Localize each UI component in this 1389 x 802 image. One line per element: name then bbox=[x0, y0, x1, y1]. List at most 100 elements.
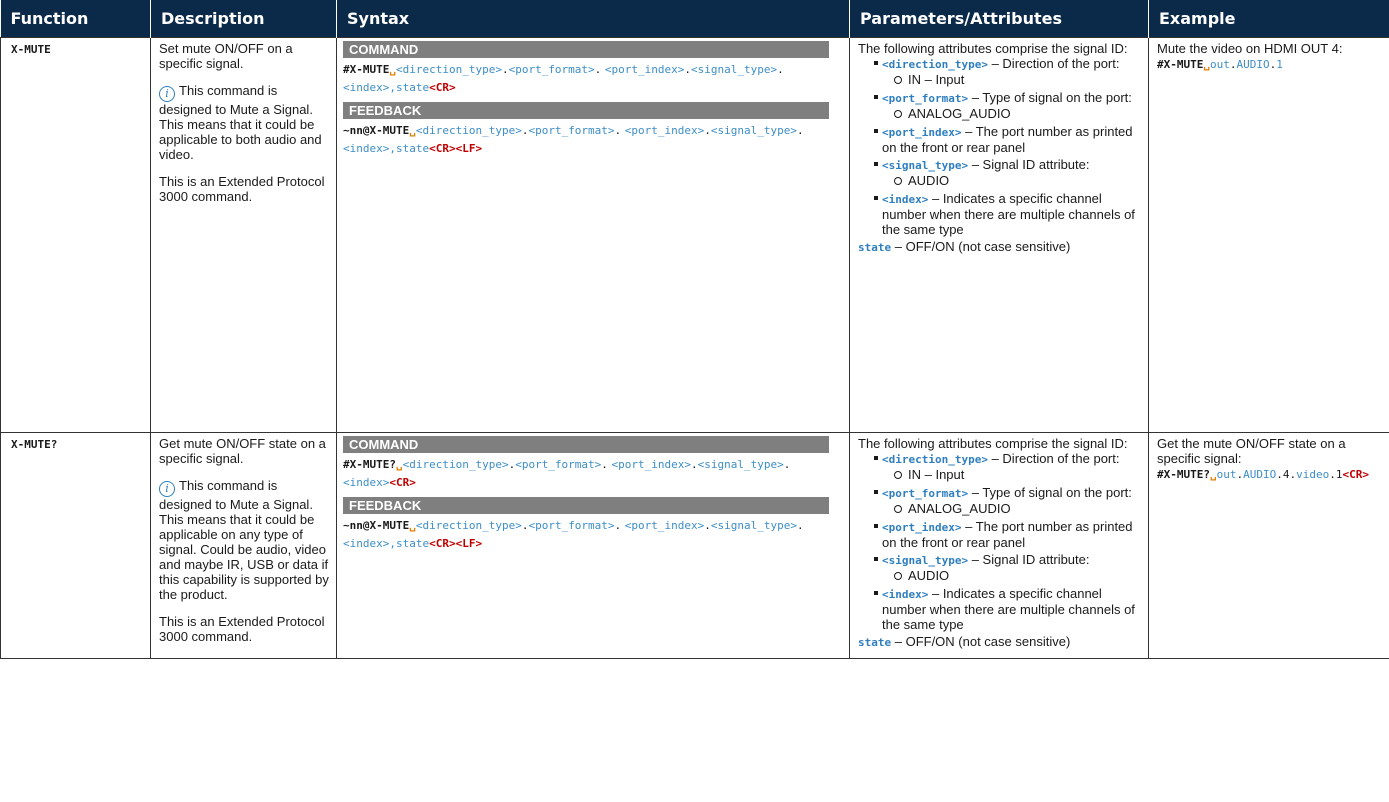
param-direction: <direction_type> bbox=[402, 458, 509, 471]
circle-bullet-icon bbox=[894, 177, 902, 185]
parameters-cell: The following attributes comprise the si… bbox=[849, 37, 1149, 433]
attr-port-format: <port_format> – Type of signal on the po… bbox=[858, 90, 1142, 121]
attr-intro: The following attributes comprise the si… bbox=[858, 41, 1128, 56]
lf-token: <LF> bbox=[455, 142, 483, 155]
command-prefix: #X-MUTE bbox=[343, 63, 390, 76]
attr-port-index: <port_index> – The port number as printe… bbox=[858, 124, 1142, 155]
note-text: This command is designed to Mute a Signa… bbox=[159, 478, 329, 602]
option-text: ANALOG_AUDIO bbox=[908, 106, 1011, 121]
param-signal-type: <signal_type> bbox=[710, 124, 797, 137]
table-header-row: Function Description Syntax Parameters/A… bbox=[0, 0, 1389, 38]
example-part: video bbox=[1296, 468, 1330, 481]
function-name: X-MUTE bbox=[11, 43, 51, 56]
attr-index: <index> – Indicates a specific channel n… bbox=[858, 586, 1142, 632]
param-state: ,state bbox=[389, 142, 430, 155]
state-line: state – OFF/ON (not case sensitive) bbox=[858, 239, 1142, 255]
space-marker: ␣ bbox=[409, 124, 416, 137]
description-note: i This command is designed to Mute a Sign… bbox=[159, 478, 330, 602]
description-protocol: This is an Extended Protocol 3000 comman… bbox=[159, 614, 325, 644]
state-line: state – OFF/ON (not case sensitive) bbox=[858, 634, 1142, 650]
feedback-syntax: ~nn@X-MUTE␣<direction_type>.<port_format… bbox=[343, 121, 829, 157]
bullet-icon bbox=[874, 456, 878, 460]
attr-port-format: <port_format> – Type of signal on the po… bbox=[858, 485, 1142, 516]
attribute-list: <direction_type> – Direction of the port… bbox=[858, 56, 1142, 237]
table-row: X-MUTE? Get mute ON/OFF state on a speci… bbox=[0, 432, 1389, 659]
circle-bullet-icon bbox=[894, 471, 902, 479]
description-summary: Set mute ON/OFF on a specific signal. bbox=[159, 41, 293, 71]
param-state: ,state bbox=[389, 81, 430, 94]
example-part: 1 bbox=[1276, 58, 1283, 71]
attr-option: IN – Input bbox=[882, 467, 1142, 482]
bullet-icon bbox=[874, 591, 878, 595]
param-index: <index> bbox=[343, 142, 390, 155]
attr-name: <signal_type> bbox=[882, 554, 969, 567]
param-signal-type: <signal_type> bbox=[691, 63, 778, 76]
separator: . bbox=[783, 458, 791, 471]
attr-direction: <direction_type> – Direction of the port… bbox=[858, 56, 1142, 87]
attr-intro: The following attributes comprise the si… bbox=[858, 436, 1128, 451]
attr-name: <signal_type> bbox=[882, 159, 969, 172]
parameters-cell: The following attributes comprise the si… bbox=[849, 432, 1149, 659]
param-direction: <direction_type> bbox=[415, 124, 522, 137]
feedback-label: FEEDBACK bbox=[343, 497, 829, 514]
command-syntax: #X-MUTE?␣<direction_type>.<port_format>.… bbox=[343, 455, 829, 491]
attr-direction: <direction_type> – Direction of the port… bbox=[858, 451, 1142, 482]
option-text: AUDIO bbox=[908, 173, 950, 188]
description-cell: Set mute ON/OFF on a specific signal. iT… bbox=[150, 37, 337, 433]
attr-option: AUDIO bbox=[882, 568, 1142, 583]
cr-token: <CR> bbox=[429, 142, 456, 155]
param-state: ,state bbox=[389, 537, 430, 550]
attr-option: ANALOG_AUDIO bbox=[882, 106, 1142, 121]
attr-port-index: <port_index> – The port number as printe… bbox=[858, 519, 1142, 550]
example-command: #X-MUTE␣out.AUDIO.1 bbox=[1157, 56, 1383, 72]
option-text: AUDIO bbox=[908, 568, 950, 583]
cr-token: <CR> bbox=[389, 476, 416, 489]
param-port-index: <port_index> bbox=[624, 124, 705, 137]
param-port-format: <port_format> bbox=[528, 519, 615, 532]
info-icon: i bbox=[159, 481, 175, 497]
header-example: Example bbox=[1148, 0, 1389, 38]
circle-bullet-icon bbox=[894, 76, 902, 84]
attr-name: <port_index> bbox=[882, 126, 962, 139]
state-name: state bbox=[858, 636, 892, 649]
cr-token: <CR> bbox=[429, 537, 456, 550]
state-desc: – OFF/ON (not case sensitive) bbox=[891, 239, 1071, 254]
attr-name: <index> bbox=[882, 588, 929, 601]
attr-desc: – Direction of the port: bbox=[987, 451, 1120, 466]
attr-desc: – Type of signal on the port: bbox=[968, 90, 1132, 105]
example-part: .1 bbox=[1329, 468, 1343, 481]
separator: . bbox=[797, 124, 804, 137]
option-text: IN – Input bbox=[908, 467, 965, 482]
cr-token: <CR> bbox=[1342, 468, 1369, 481]
example-part: out bbox=[1209, 58, 1230, 71]
bullet-icon bbox=[874, 162, 878, 166]
param-port-format: <port_format> bbox=[508, 63, 595, 76]
example-part: AUDIO bbox=[1243, 468, 1277, 481]
example-prefix: #X-MUTE? bbox=[1157, 468, 1210, 481]
command-prefix: #X-MUTE? bbox=[343, 458, 396, 471]
attr-name: <port_format> bbox=[882, 92, 969, 105]
bullet-icon bbox=[874, 490, 878, 494]
option-text: IN – Input bbox=[908, 72, 965, 87]
attr-desc: – Type of signal on the port: bbox=[968, 485, 1132, 500]
attr-name: <port_format> bbox=[882, 487, 969, 500]
note-text: This command is designed to Mute a Signa… bbox=[159, 83, 322, 162]
param-index: <index> bbox=[343, 476, 390, 489]
param-port-index: <port_index> bbox=[611, 458, 692, 471]
attr-option: ANALOG_AUDIO bbox=[882, 501, 1142, 516]
feedback-prefix: ~nn@X-MUTE bbox=[343, 519, 410, 532]
command-label: COMMAND bbox=[343, 436, 829, 453]
separator: . bbox=[594, 63, 602, 76]
param-signal-type: <signal_type> bbox=[710, 519, 797, 532]
function-name: X-MUTE? bbox=[11, 438, 58, 451]
example-part: out bbox=[1216, 468, 1237, 481]
header-syntax: Syntax bbox=[336, 0, 850, 38]
bullet-icon bbox=[874, 129, 878, 133]
attr-desc: – Signal ID attribute: bbox=[968, 552, 1090, 567]
separator: . bbox=[501, 63, 509, 76]
example-prefix: #X-MUTE bbox=[1157, 58, 1204, 71]
header-function: Function bbox=[0, 0, 151, 38]
param-port-index: <port_index> bbox=[624, 519, 705, 532]
example-part: AUDIO bbox=[1236, 58, 1270, 71]
function-cell: X-MUTE bbox=[0, 37, 151, 433]
